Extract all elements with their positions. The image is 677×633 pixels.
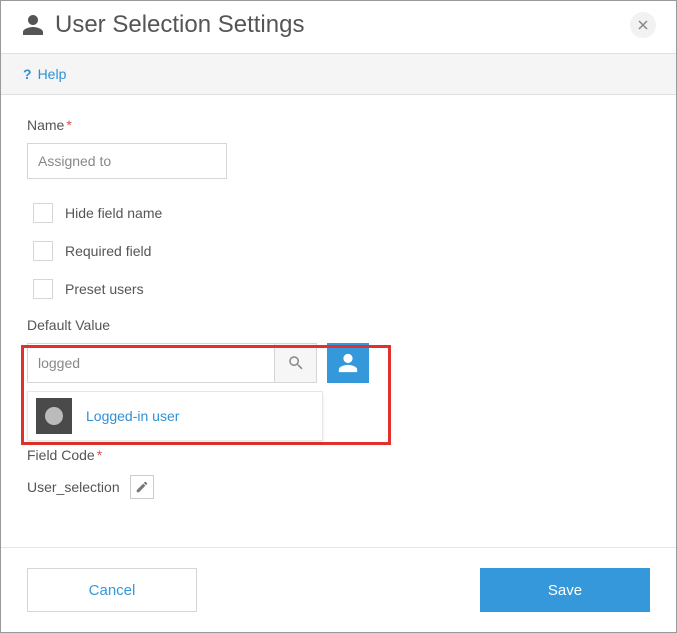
avatar-icon xyxy=(36,398,72,434)
default-value-search-row xyxy=(27,343,650,383)
checkbox-hide-field-name-label: Hide field name xyxy=(65,205,162,221)
dialog-content: Name* Hide field name Required field Pre… xyxy=(1,95,676,547)
suggestion-item-logged-in-user[interactable]: Logged-in user xyxy=(28,392,322,440)
dialog-header: User Selection Settings xyxy=(1,1,676,53)
default-value-section: Default Value Logged-in user xyxy=(27,317,650,383)
default-value-label: Default Value xyxy=(27,317,650,333)
name-label: Name* xyxy=(27,117,650,133)
close-button[interactable] xyxy=(630,12,656,38)
dialog: User Selection Settings ? Help Name* Hid… xyxy=(0,0,677,633)
checkbox-hide-field-name-row: Hide field name xyxy=(33,203,650,223)
default-value-search-input[interactable] xyxy=(28,344,274,382)
dialog-title: User Selection Settings xyxy=(55,11,630,39)
field-code-section: Field Code* User_selection xyxy=(27,447,650,499)
help-label: Help xyxy=(38,66,67,82)
search-wrap xyxy=(27,343,317,383)
edit-field-code-button[interactable] xyxy=(130,475,154,499)
help-bar: ? Help xyxy=(1,53,676,95)
pencil-icon xyxy=(135,480,149,494)
required-star: * xyxy=(97,447,102,463)
save-button[interactable]: Save xyxy=(480,568,650,612)
field-code-label: Field Code* xyxy=(27,447,650,463)
checkbox-required-field[interactable] xyxy=(33,241,53,261)
checkbox-required-field-label: Required field xyxy=(65,243,151,259)
user-icon xyxy=(337,352,359,374)
user-icon xyxy=(21,13,45,37)
suggestion-dropdown: Logged-in user xyxy=(27,391,323,441)
cancel-button[interactable]: Cancel xyxy=(27,568,197,612)
name-input[interactable] xyxy=(27,143,227,179)
dialog-footer: Cancel Save xyxy=(1,547,676,632)
required-star: * xyxy=(66,117,71,133)
search-icon xyxy=(287,354,305,372)
checkbox-preset-users-label: Preset users xyxy=(65,281,144,297)
browse-users-button[interactable] xyxy=(327,343,369,383)
suggestion-text: Logged-in user xyxy=(86,408,179,424)
close-icon xyxy=(638,20,648,30)
field-code-row: User_selection xyxy=(27,475,650,499)
field-code-value: User_selection xyxy=(27,479,120,495)
search-button[interactable] xyxy=(274,344,316,382)
checkbox-hide-field-name[interactable] xyxy=(33,203,53,223)
checkbox-preset-users-row: Preset users xyxy=(33,279,650,299)
help-link[interactable]: ? Help xyxy=(23,66,66,82)
help-icon: ? xyxy=(23,66,32,82)
checkbox-preset-users[interactable] xyxy=(33,279,53,299)
checkbox-required-field-row: Required field xyxy=(33,241,650,261)
